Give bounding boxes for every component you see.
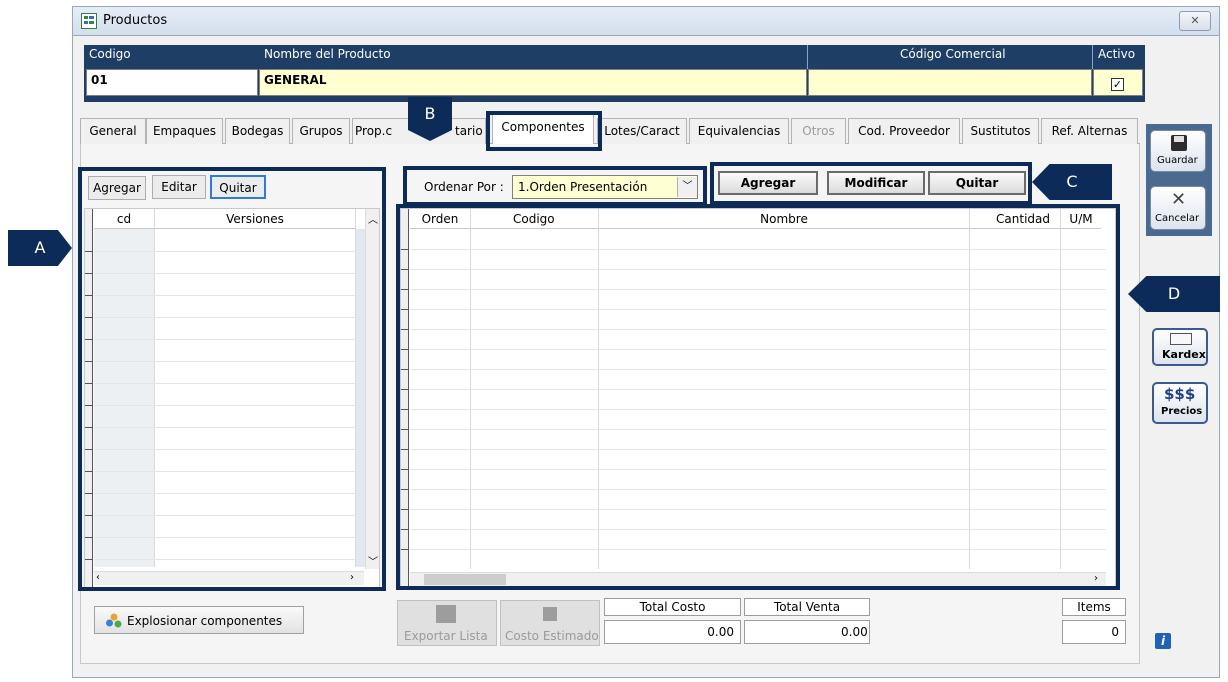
dollar-icon: $$$	[1164, 385, 1196, 403]
product-header: Codigo Nombre del Producto Código Comerc…	[84, 45, 1145, 102]
order-select[interactable]: 1.Orden Presentación ﹀	[512, 175, 698, 199]
codigo-field[interactable]: 01	[86, 69, 258, 96]
costo-estimado-label: Costo Estimado	[505, 629, 599, 643]
tab-bodegas[interactable]: Bodegas	[225, 118, 290, 144]
annotation-d-frame	[396, 204, 1120, 590]
codigo-comercial-label: Código Comercial	[900, 47, 1006, 61]
precios-button[interactable]: $$$ Precios	[1152, 382, 1208, 424]
cancelar-button[interactable]: ✕ Cancelar	[1150, 186, 1206, 230]
save-icon	[1171, 135, 1187, 151]
nombre-field[interactable]: GENERAL	[259, 69, 807, 96]
total-venta-label: Total Venta	[744, 598, 870, 616]
items-value: 0	[1062, 620, 1126, 644]
kardex-label: Kardex	[1162, 348, 1206, 361]
explosionar-label: Explosionar componentes	[127, 614, 283, 628]
product-form-icon	[81, 13, 97, 29]
quitar-component-button[interactable]: Quitar	[928, 171, 1026, 195]
info-icon[interactable]: i	[1155, 633, 1171, 649]
kardex-button[interactable]: Kardex	[1152, 328, 1208, 366]
explosionar-button[interactable]: Explosionar componentes	[94, 606, 304, 634]
kardex-icon	[1170, 333, 1192, 345]
total-costo-label: Total Costo	[604, 598, 741, 616]
nombre-label: Nombre del Producto	[264, 47, 391, 61]
guardar-label: Guardar	[1157, 155, 1198, 166]
close-button[interactable]: ✕	[1179, 11, 1211, 31]
window-title: Productos	[103, 13, 168, 28]
total-costo-value: 0.00	[604, 620, 741, 644]
header-sep-1	[807, 45, 808, 69]
close-icon: ✕	[1190, 14, 1200, 27]
tab-propietario-label-start: Prop.c	[355, 124, 393, 138]
annotation-b-tab-frame	[486, 111, 602, 151]
order-dropdown-button[interactable]: ﹀	[677, 177, 697, 197]
title-bar: Productos ✕	[72, 6, 1220, 36]
items-label: Items	[1062, 598, 1126, 616]
tab-propietario-label-end: tario	[455, 124, 483, 138]
header-sep-2	[1092, 45, 1093, 69]
people-icon	[105, 612, 123, 630]
codigo-comercial-field[interactable]	[808, 69, 1092, 96]
tab-grupos[interactable]: Grupos	[292, 118, 350, 144]
total-venta-value: 0.00	[744, 620, 870, 644]
precios-label: Precios	[1161, 406, 1203, 417]
tab-otros[interactable]: Otros	[791, 118, 846, 144]
tab-general[interactable]: General	[80, 118, 146, 144]
codigo-label: Codigo	[89, 47, 131, 61]
tab-empaques[interactable]: Empaques	[146, 118, 223, 144]
tab-sustitutos[interactable]: Sustitutos	[962, 118, 1039, 144]
activo-checkbox[interactable]: ✓	[1111, 78, 1124, 91]
order-select-value: 1.Orden Presentación	[518, 180, 648, 194]
tab-equivalencias[interactable]: Equivalencias	[689, 118, 789, 144]
order-label: Ordenar Por :	[424, 180, 504, 194]
exportar-button[interactable]: Exportar Lista	[397, 600, 497, 646]
tab-ref-alternas[interactable]: Ref. Alternas	[1041, 118, 1138, 144]
export-icon	[436, 605, 456, 623]
annotation-a-label: A	[8, 230, 72, 266]
activo-label: Activo	[1098, 47, 1136, 61]
cancelar-label: Cancelar	[1155, 213, 1200, 224]
calculator-icon	[543, 607, 557, 621]
modificar-component-button[interactable]: Modificar	[827, 171, 925, 195]
guardar-button[interactable]: Guardar	[1150, 130, 1206, 172]
exportar-label: Exportar Lista	[404, 629, 488, 643]
tab-cod-proveedor[interactable]: Cod. Proveedor	[848, 118, 960, 144]
chevron-down-icon: ﹀	[682, 181, 693, 192]
cancel-icon: ✕	[1171, 189, 1187, 210]
annotation-d-label: D	[1128, 276, 1220, 312]
agregar-component-button[interactable]: Agregar	[718, 171, 818, 195]
annotation-a-frame	[78, 167, 386, 591]
costo-estimado-button[interactable]: Costo Estimado	[500, 600, 600, 646]
tab-lotes-caract[interactable]: Lotes/Caract	[597, 118, 687, 144]
